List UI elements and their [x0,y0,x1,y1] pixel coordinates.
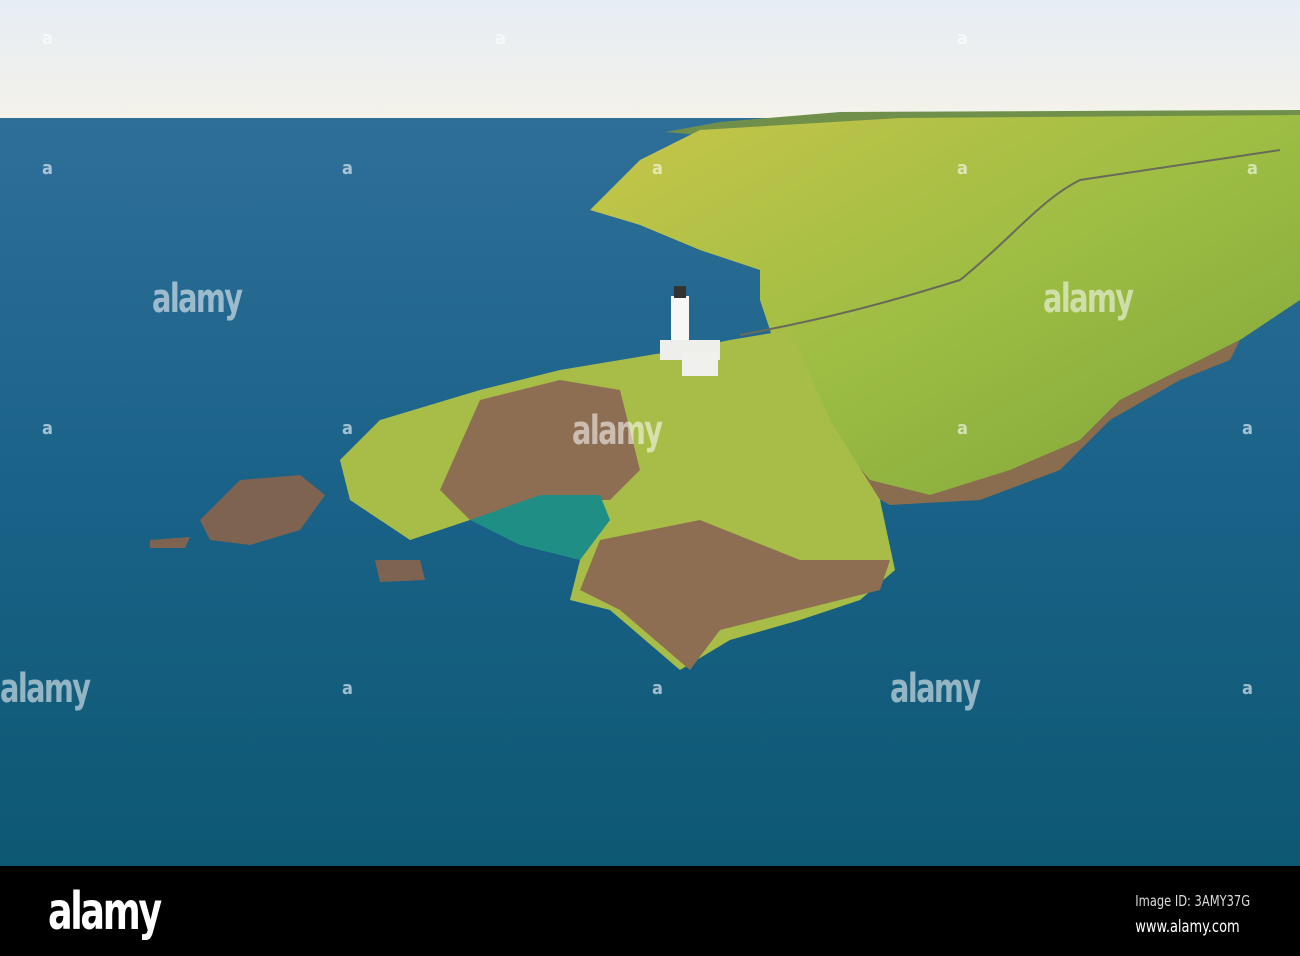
watermark-mark: a [1247,158,1258,179]
watermark: alamy [1043,276,1134,322]
watermark-mark: a [1242,678,1253,699]
watermark-mark: a [42,418,53,439]
watermark: alamy [0,666,91,712]
footer-bar: alamy Image ID: 3AMY37G www.alamy.com [0,866,1300,956]
watermark: alamy [152,276,243,322]
watermark-mark: a [42,28,53,49]
watermark-mark: a [42,158,53,179]
sky [0,0,1300,118]
image-meta: Image ID: 3AMY37G www.alamy.com [1135,888,1250,940]
watermark-mark: a [652,678,663,699]
watermark-mark: a [957,418,968,439]
watermark-mark: a [342,418,353,439]
watermark-mark: a [342,158,353,179]
watermark-mark: a [495,28,506,49]
stock-photo-page: alamy alamy alamy alamy alamy a a a a a … [0,0,1300,956]
site-url: www.alamy.com [1135,917,1240,937]
watermark: alamy [572,408,663,454]
alamy-logo: alamy [48,882,162,942]
watermark: alamy [890,666,981,712]
watermark-mark: a [1242,418,1253,439]
watermark-mark: a [957,158,968,179]
watermark-mark: a [652,158,663,179]
image-id: Image ID: 3AMY37G [1135,892,1250,910]
watermark-mark: a [957,28,968,49]
watermark-mark: a [342,678,353,699]
